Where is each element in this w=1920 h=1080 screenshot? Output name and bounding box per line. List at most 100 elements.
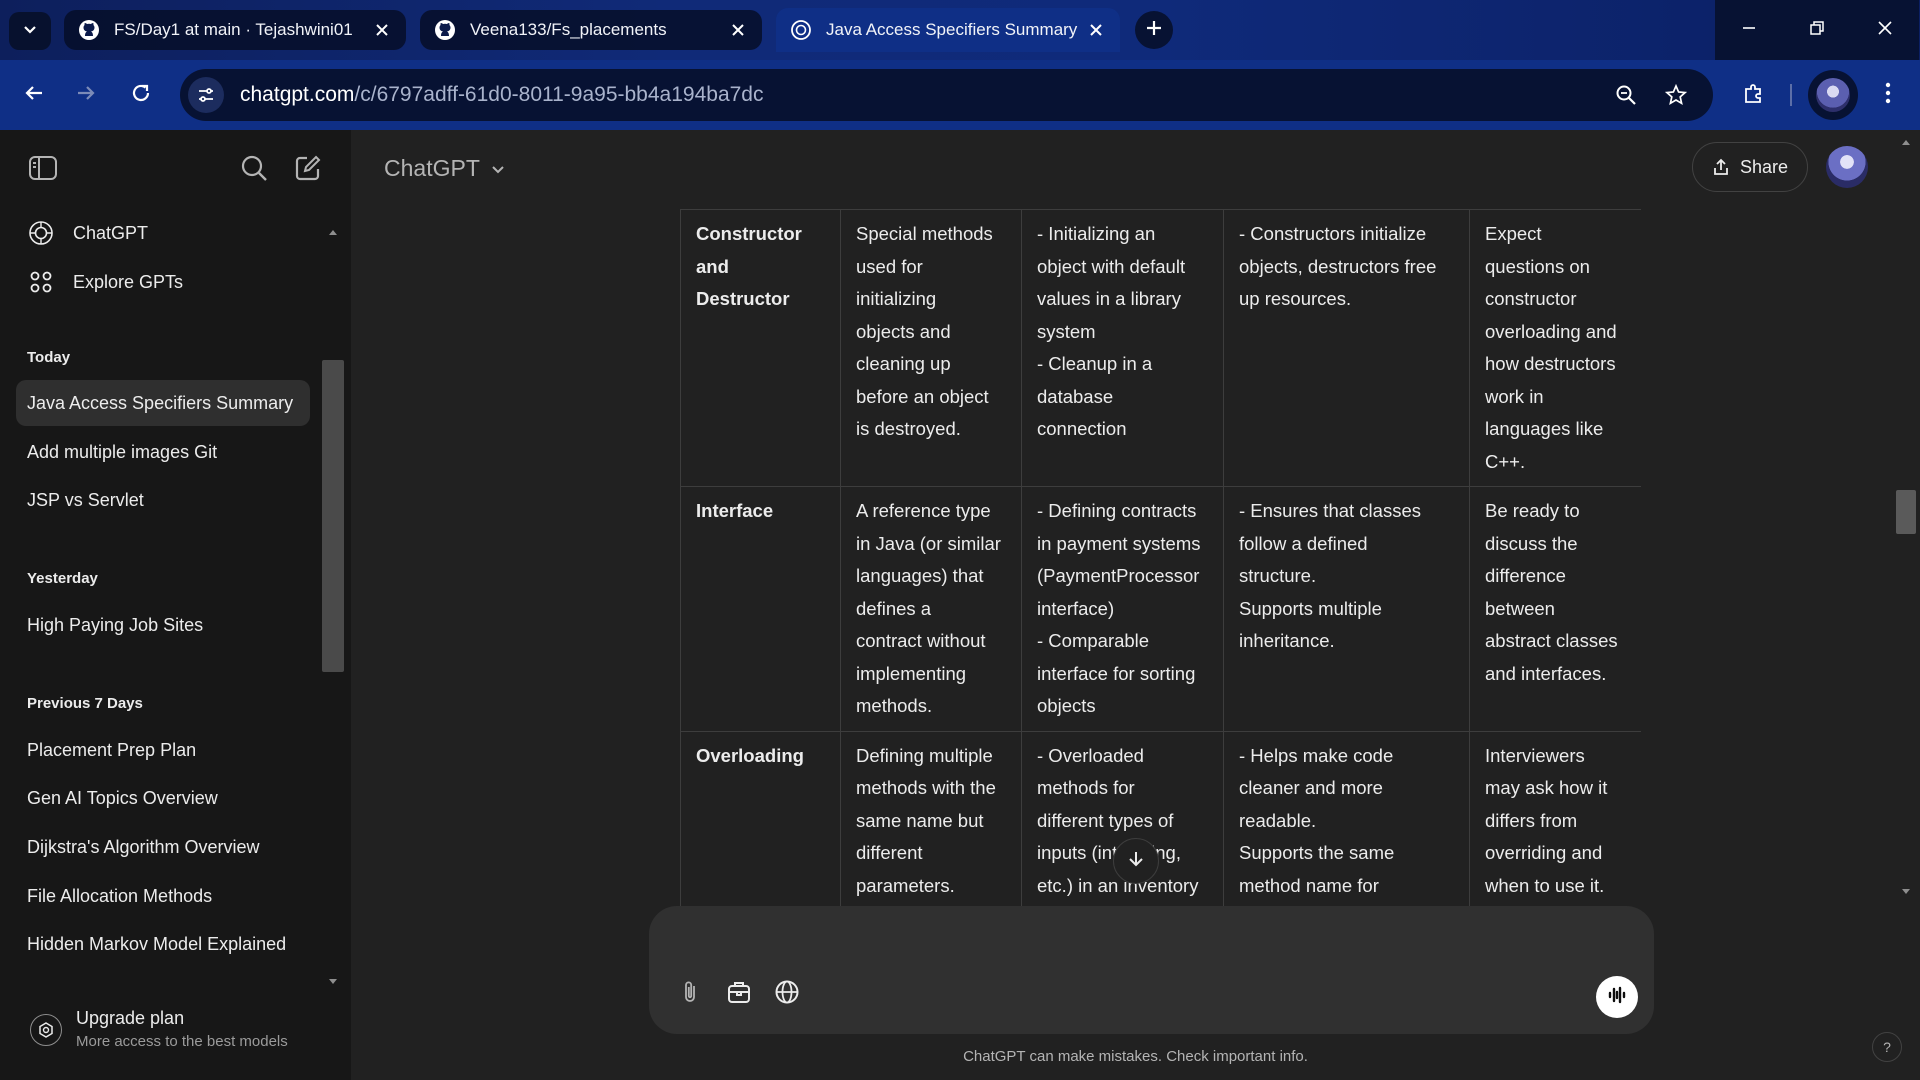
cell-text-line: - Overloaded: [1037, 744, 1144, 766]
minimize-button[interactable]: [1715, 0, 1783, 60]
tab-github-fs-day1[interactable]: FS/Day1 at main · Tejashwini01: [64, 10, 406, 50]
model-selector[interactable]: ChatGPT: [384, 155, 506, 182]
chat-item-dijkstra[interactable]: Dijkstra's Algorithm Overview: [16, 824, 310, 870]
chat-item-label: High Paying Job Sites: [27, 614, 204, 635]
help-button[interactable]: ?: [1872, 1032, 1902, 1062]
cell-text-line: in payment systems: [1037, 532, 1201, 554]
cell-text-line: interface): [1037, 597, 1115, 619]
sidebar-item-explore-gpts[interactable]: Explore GPTs: [16, 259, 310, 305]
chat-item-java-access-specifiers[interactable]: Java Access Specifiers Summary: [16, 380, 310, 426]
sidebar-item-label: Explore GPTs: [73, 271, 184, 292]
url-host: chatgpt.com: [240, 83, 355, 106]
cell-text-line: Interviewers: [1485, 744, 1585, 766]
reload-icon: [130, 82, 152, 109]
table-row: Constructor and Destructor Special methods u…: [680, 209, 1641, 487]
arrow-right-icon: [75, 82, 97, 109]
sidebar-scrollbar[interactable]: [322, 228, 344, 988]
cell-text-line: Supports the same: [1239, 842, 1395, 863]
toolbar-separator: [1790, 84, 1792, 106]
restore-button[interactable]: [1783, 0, 1851, 60]
scroll-up-icon[interactable]: [328, 228, 338, 236]
avatar[interactable]: [1826, 146, 1868, 188]
cell-text-line: database: [1037, 385, 1114, 407]
edit-icon: [294, 154, 322, 187]
cell-text-line: contract without: [856, 630, 986, 651]
cell-text-line: objects: [1037, 695, 1096, 716]
browser-menu-button[interactable]: [1868, 75, 1908, 115]
chat-item-file-allocation[interactable]: File Allocation Methods: [16, 873, 310, 919]
table-cell-definition: Defining multiple methods with the same na…: [840, 730, 1022, 906]
reload-button[interactable]: [121, 75, 161, 115]
cell-text-line: interface for sorting: [1037, 662, 1196, 684]
cell-text-line: initializing: [856, 288, 937, 309]
chat-item-label: Gen AI Topics Overview: [27, 787, 218, 808]
cell-text-line: - Cleanup in a: [1037, 353, 1153, 374]
main-scrollbar[interactable]: [1894, 136, 1918, 906]
scroll-to-bottom-button[interactable]: [1113, 838, 1159, 884]
cell-text-line: - Ensures that classes: [1239, 500, 1421, 521]
upgrade-subtitle: More access to the best models: [76, 1033, 288, 1050]
github-icon: [78, 19, 100, 41]
site-info-icon[interactable]: [188, 77, 224, 113]
back-button[interactable]: [14, 75, 54, 115]
cell-text-line: Supports multiple: [1239, 597, 1382, 619]
url-path: /c/6797adff-61d0-8011-9a95-bb4a194ba7dc: [354, 83, 764, 106]
cell-text-line: and interfaces.: [1485, 662, 1607, 684]
tab-search-button[interactable]: [9, 12, 51, 50]
chat-item-jsp-vs-servlet[interactable]: JSP vs Servlet: [16, 477, 310, 523]
attach-button[interactable]: [672, 976, 708, 1012]
cell-text-line: Constructor: [696, 223, 802, 244]
share-button[interactable]: Share: [1692, 142, 1808, 192]
search-chats-button[interactable]: [234, 150, 274, 190]
extensions-button[interactable]: [1734, 75, 1774, 115]
close-window-button[interactable]: [1851, 0, 1919, 60]
scroll-up-icon[interactable]: [1901, 138, 1911, 146]
toggle-sidebar-button[interactable]: [23, 150, 63, 190]
main-scroll-thumb[interactable]: [1896, 490, 1916, 534]
cell-text-line: overloading and: [1485, 320, 1617, 342]
tab-title: FS/Day1 at main · Tejashwini01: [114, 20, 353, 39]
forward-button[interactable]: [66, 75, 106, 115]
sidebar-item-chatgpt[interactable]: ChatGPT: [16, 210, 310, 256]
table-cell-benefits: - Ensures that classes follow a defined st…: [1223, 486, 1470, 732]
close-icon[interactable]: [1086, 20, 1106, 40]
cell-text-line: work in: [1485, 385, 1544, 407]
voice-mode-button[interactable]: [1596, 976, 1638, 1018]
tab-title: Java Access Specifiers Summary: [826, 20, 1078, 39]
cell-text-line: - Initializing an: [1037, 223, 1156, 244]
cell-text-line: constructor: [1485, 288, 1577, 309]
close-icon[interactable]: [728, 20, 748, 40]
cell-text-line: questions on: [1485, 255, 1590, 277]
chat-item-label: File Allocation Methods: [27, 885, 213, 906]
web-search-button[interactable]: [769, 976, 805, 1012]
arrow-left-icon: [23, 82, 45, 109]
new-tab-button[interactable]: [1135, 11, 1173, 49]
tab-github-fs-placements[interactable]: Veena133/Fs_placements: [420, 10, 762, 50]
chat-item-placement-prep-plan[interactable]: Placement Prep Plan: [16, 727, 310, 773]
table-row: Overloading Defining multiple methods with…: [680, 730, 1641, 906]
cell-text-line: is destroyed.: [856, 418, 961, 439]
bookmark-star-icon[interactable]: [1658, 77, 1694, 113]
sidebar-scroll-thumb[interactable]: [322, 360, 344, 672]
table-cell-concept: Overloading: [680, 730, 841, 906]
tools-button[interactable]: [721, 976, 757, 1012]
share-icon: [1712, 158, 1730, 176]
cell-text-line: objects, destructors free: [1239, 255, 1437, 277]
tab-chatgpt-active[interactable]: Java Access Specifiers Summary: [776, 8, 1120, 52]
scroll-down-icon[interactable]: [328, 978, 338, 986]
new-chat-button[interactable]: [288, 150, 328, 190]
chat-item-gen-ai-topics[interactable]: Gen AI Topics Overview: [16, 775, 310, 821]
cell-text-line: how destructors: [1485, 353, 1616, 374]
chat-item-hidden-markov[interactable]: Hidden Markov Model Explained: [16, 921, 310, 967]
close-icon[interactable]: [372, 20, 392, 40]
chat-item-high-paying-job-sites[interactable]: High Paying Job Sites: [16, 602, 310, 648]
cell-text-line: different: [856, 842, 923, 863]
address-bar[interactable]: chatgpt.com/c/6797adff-61d0-8011-9a95-bb…: [180, 69, 1713, 121]
message-composer[interactable]: [649, 906, 1654, 1034]
cell-text-line: when to use it.: [1485, 874, 1605, 896]
zoom-icon[interactable]: [1608, 77, 1644, 113]
scroll-down-icon[interactable]: [1901, 888, 1911, 896]
profile-button[interactable]: [1808, 70, 1858, 120]
upgrade-plan-button[interactable]: Upgrade plan More access to the best mod…: [26, 1002, 326, 1062]
chat-item-add-multiple-images-git[interactable]: Add multiple images Git: [16, 429, 310, 475]
